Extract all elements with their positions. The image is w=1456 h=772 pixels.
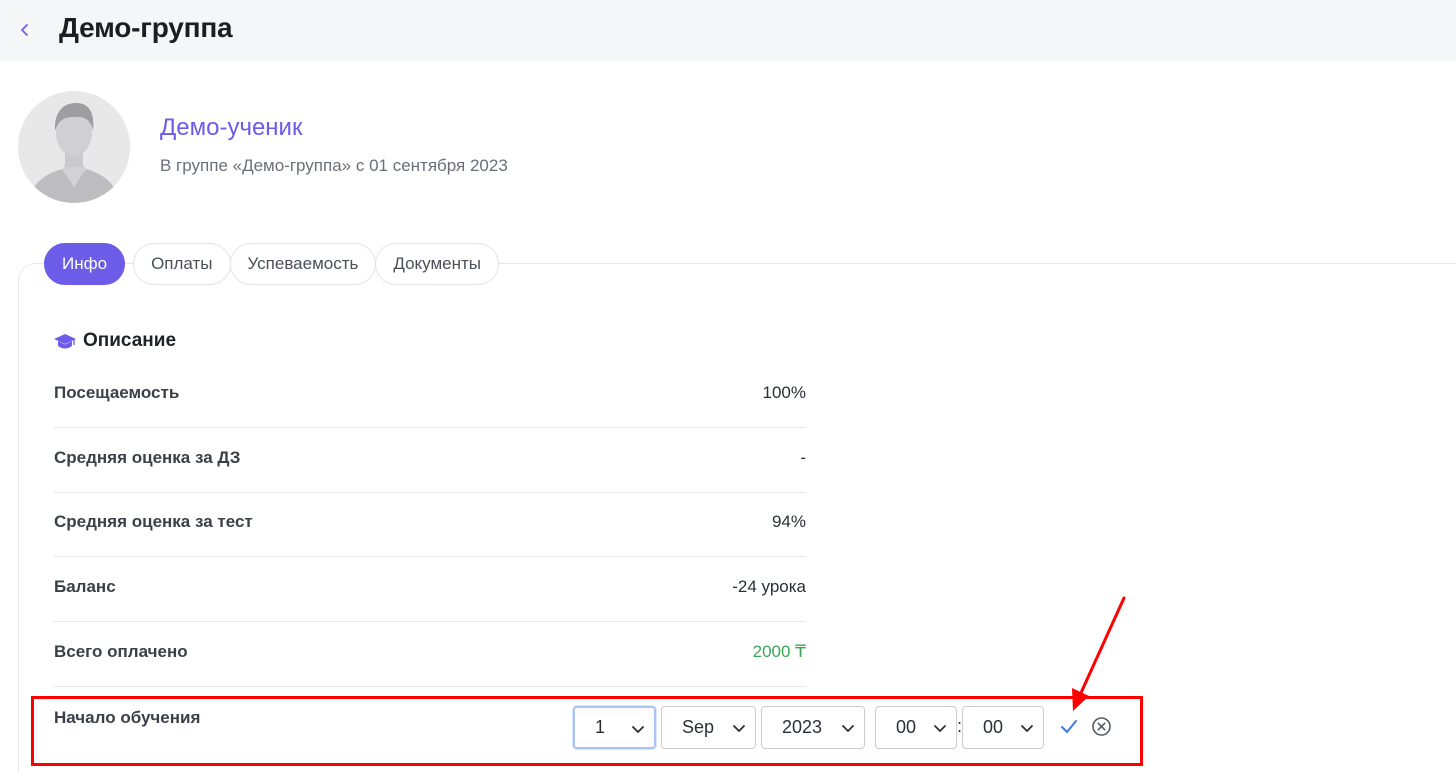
tab-payments[interactable]: Оплаты [133, 243, 231, 285]
chevron-left-icon [21, 24, 28, 36]
graduation-cap-icon [54, 334, 76, 349]
info-row-homework-avg: Средняя оценка за ДЗ - [54, 429, 806, 493]
row-value: -24 урока [732, 577, 806, 596]
info-row-total-paid: Всего оплачено 2000 ₸ [54, 623, 806, 687]
tab-documents[interactable]: Документы [375, 243, 499, 285]
info-row-attendance: Посещаемость 100% [54, 364, 806, 428]
page-title: Демо-группа [59, 12, 233, 43]
row-label: Средняя оценка за тест [54, 512, 253, 531]
tab-info[interactable]: Инфо [44, 243, 126, 285]
row-value: - [800, 448, 806, 467]
row-value: 100% [762, 383, 806, 402]
annotation-highlight-box [31, 696, 1143, 766]
info-row-balance: Баланс -24 урока [54, 558, 806, 622]
back-button[interactable] [14, 19, 36, 41]
row-label: Посещаемость [54, 383, 180, 402]
tab-progress[interactable]: Успеваемость [229, 243, 377, 285]
section-title: Описание [53, 330, 176, 352]
tab-bar: Инфо Оплаты Успеваемость Документы [44, 243, 499, 285]
student-name-link[interactable]: Демо-ученик [160, 114, 302, 142]
section-title-text: Описание [83, 330, 177, 351]
row-label: Всего оплачено [54, 642, 188, 661]
row-label: Баланс [54, 577, 116, 596]
avatar [18, 91, 130, 203]
row-value: 94% [771, 512, 806, 531]
row-label: Средняя оценка за ДЗ [54, 448, 241, 467]
student-group-subtitle: В группе «Демо-группа» с 01 сентября 202… [160, 156, 508, 175]
row-value: 2000 ₸ [752, 642, 806, 661]
top-bar: Демо-группа [0, 0, 1456, 61]
info-row-test-avg: Средняя оценка за тест 94% [54, 493, 806, 557]
